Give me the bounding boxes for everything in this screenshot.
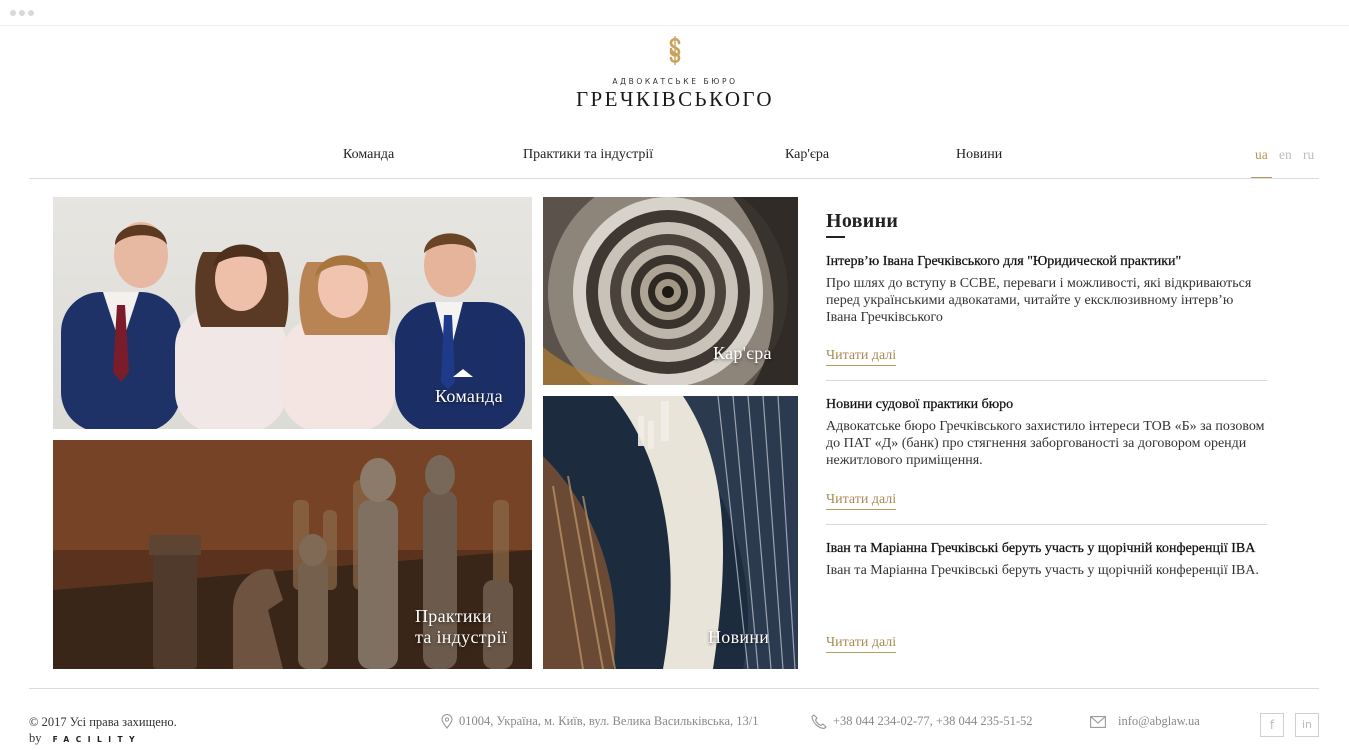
logo-subtitle: АДВОКАТСЬКЕ БЮРО (612, 77, 738, 86)
lang-en[interactable]: en (1279, 147, 1292, 163)
read-more-link[interactable]: Читати далі (826, 348, 897, 366)
tile-team-label: Команда (435, 386, 503, 406)
nav-item-practices[interactable]: Практики та індустрії (523, 147, 653, 163)
news-article: Іван та Маріанна Гречківські беруть учас… (826, 540, 1267, 579)
nav-item-team[interactable]: Команда (343, 147, 394, 163)
location-pin-icon (441, 714, 453, 729)
header-divider (29, 178, 1319, 179)
tile-practices-label: Практики та індустрії (415, 606, 507, 648)
news-article-body: Про шлях до вступу в ССВЕ, переваги і мо… (826, 276, 1252, 325)
news-article: Новини судової практики бюро Адвокатське… (826, 396, 1267, 469)
news-article-title[interactable]: Новини судової практики бюро (826, 396, 1267, 414)
tile-practices-label-line1: Практики (415, 606, 492, 626)
nav-item-news[interactable]: Новини (956, 147, 1002, 163)
mail-icon (1090, 716, 1106, 728)
tile-career-label: Кар'єра (713, 343, 772, 363)
tile-news-label: Новини (708, 627, 770, 647)
window-dot-icon (19, 10, 25, 16)
read-more-link[interactable]: Читати далі (826, 635, 897, 653)
news-article-title[interactable]: Іван та Маріанна Гречківські беруть учас… (826, 540, 1267, 558)
window-dot-icon (10, 10, 16, 16)
read-more-link[interactable]: Читати далі (826, 492, 897, 510)
news-article-title[interactable]: Інтерв’ю Івана Гречківського для "Юридич… (826, 253, 1267, 271)
footer-phones-text[interactable]: +38 044 234-02-77, +38 044 235-51-52 (811, 714, 1033, 728)
news-article-body: Адвокатське бюро Гречківського захистило… (826, 419, 1265, 468)
news-divider (826, 524, 1267, 525)
footer-credit: by FACILITY (29, 731, 141, 746)
paragraph-emblem-icon (669, 36, 681, 65)
lang-ru[interactable]: ru (1303, 147, 1314, 163)
news-divider (826, 380, 1267, 381)
news-heading: Новини (826, 210, 899, 232)
footer-copyright: © 2017 Усі права захищено. (29, 715, 177, 729)
footer-divider (29, 688, 1319, 689)
news-heading-underline (826, 236, 845, 238)
footer-phones: +38 044 234-02-77, +38 044 235-51-52 (811, 714, 1033, 729)
site-logo[interactable]: АДВОКАТСЬКЕ БЮРО ГРЕЧКІВСЬКОГО (570, 34, 780, 110)
tile-team[interactable]: Команда (53, 197, 532, 429)
news-article-body: Іван та Маріанна Гречківські беруть учас… (826, 563, 1259, 578)
tile-practices-label-line2: та індустрії (415, 627, 508, 647)
window-chrome (0, 0, 1349, 26)
footer-email: info@abglaw.ua (1090, 714, 1200, 729)
nav-item-career[interactable]: Кар'єра (785, 147, 829, 163)
linkedin-icon[interactable]: in (1295, 713, 1319, 737)
window-dot-icon (28, 10, 34, 16)
logo-name: ГРЕЧКІВСЬКОГО (575, 87, 774, 111)
tile-practices[interactable]: Практики та індустрії (53, 440, 532, 669)
footer-address: 01004, Україна, м. Київ, вул. Велика Вас… (441, 714, 759, 729)
footer-by-label: by (29, 731, 42, 745)
main-nav: Команда Практики та індустрії Кар'єра Но… (0, 147, 1349, 167)
tile-career[interactable]: Кар'єра (543, 197, 798, 385)
facebook-icon[interactable]: f (1260, 713, 1284, 737)
lang-ua[interactable]: ua (1255, 147, 1268, 163)
news-article: Інтерв’ю Івана Гречківського для "Юридич… (826, 253, 1267, 326)
footer-address-text: 01004, Україна, м. Київ, вул. Велика Вас… (459, 714, 759, 728)
developer-link[interactable]: FACILITY (53, 735, 141, 744)
tile-news[interactable]: Новини (543, 396, 798, 669)
phone-icon (811, 714, 827, 729)
footer-email-text[interactable]: info@abglaw.ua (1090, 714, 1200, 728)
